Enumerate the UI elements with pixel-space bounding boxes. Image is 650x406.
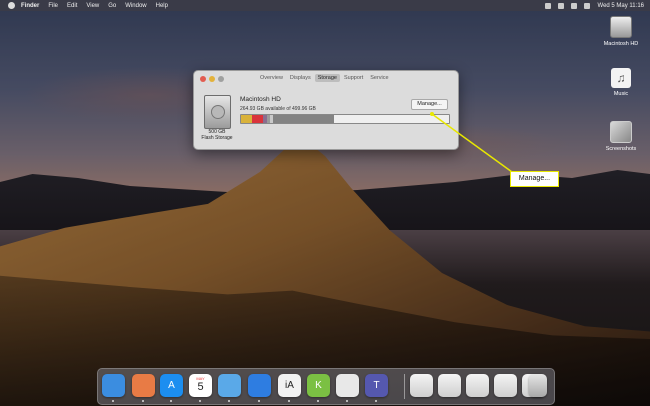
ia-writer-icon[interactable]: iA: [278, 374, 301, 397]
running-indicator: [228, 400, 230, 402]
minimized-window-3[interactable]: [466, 374, 489, 397]
mail-icon[interactable]: [218, 374, 241, 397]
callout-line: [430, 112, 513, 173]
calendar-icon[interactable]: MAY 5: [189, 374, 212, 397]
running-indicator: [258, 400, 260, 402]
trash-icon[interactable]: [529, 374, 547, 397]
kite-glyph: K: [315, 380, 322, 391]
running-indicator: [346, 400, 348, 402]
running-indicator: [375, 400, 377, 402]
calendar-day: 5: [197, 381, 204, 393]
running-indicator: [112, 400, 114, 402]
teams-glyph: T: [373, 380, 380, 391]
dock-separator: [404, 374, 405, 399]
finder-icon[interactable]: [102, 374, 125, 397]
running-indicator: [317, 400, 319, 402]
running-indicator: [170, 400, 172, 402]
minimized-window-1[interactable]: [410, 374, 433, 397]
teams-icon[interactable]: T: [365, 374, 388, 397]
running-indicator: [288, 400, 290, 402]
ia-writer-glyph: iA: [285, 380, 294, 391]
safari-icon[interactable]: [248, 374, 271, 397]
textedit-icon[interactable]: [336, 374, 359, 397]
app-store-icon[interactable]: A: [160, 374, 183, 397]
dock: A MAY 5 iA K T: [97, 368, 555, 405]
running-indicator: [142, 400, 144, 402]
app-store-glyph: A: [168, 380, 175, 391]
minimized-window-2[interactable]: [438, 374, 461, 397]
minimized-window-4[interactable]: [494, 374, 517, 397]
callout-label: Manage...: [510, 171, 559, 187]
kite-icon[interactable]: K: [307, 374, 330, 397]
launchpad-icon[interactable]: [132, 374, 155, 397]
running-indicator: [199, 400, 201, 402]
